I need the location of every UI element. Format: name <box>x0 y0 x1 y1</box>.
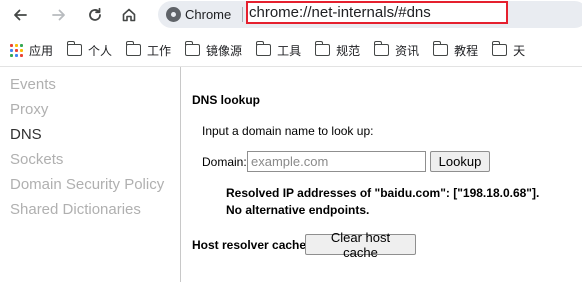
back-arrow-icon[interactable] <box>9 4 31 26</box>
lookup-button[interactable]: Lookup <box>430 151 490 172</box>
folder-icon <box>491 41 508 56</box>
url-text[interactable]: chrome://net-internals/#dns <box>249 4 431 21</box>
bookmarks-bar: 应用 个人 工作 镜像源 工具 规范 资讯 教程 天 <box>0 36 582 64</box>
alternative-endpoints-text: No alternative endpoints. <box>226 203 370 217</box>
bookmark-label: 教程 <box>454 43 479 58</box>
folder-icon <box>125 41 142 56</box>
clear-host-cache-button[interactable]: Clear host cache <box>305 230 416 260</box>
site-chip-label: Chrome <box>185 7 232 22</box>
sidebar-item-domain-security-policy[interactable]: Domain Security Policy <box>10 176 164 193</box>
bookmark-folder[interactable]: 教程 <box>432 38 479 62</box>
lookup-prompt: Input a domain name to look up: <box>202 124 374 138</box>
dns-panel: DNS lookup Input a domain name to look u… <box>192 67 582 282</box>
bookmark-folder[interactable]: 个人 <box>66 38 113 62</box>
bookmark-label: 工具 <box>277 43 302 58</box>
sidebar-item-sockets[interactable]: Sockets <box>10 151 63 168</box>
domain-input[interactable] <box>247 151 426 172</box>
folder-icon <box>432 41 449 56</box>
sidebar-item-dns[interactable]: DNS <box>10 126 42 143</box>
bookmark-folder[interactable]: 资讯 <box>373 38 420 62</box>
forward-arrow-icon[interactable] <box>48 4 70 26</box>
apps-grid-icon <box>10 43 23 57</box>
sidebar-item-proxy[interactable]: Proxy <box>10 101 48 118</box>
bookmark-folder[interactable]: 规范 <box>314 38 361 62</box>
folder-icon <box>373 41 390 56</box>
home-icon[interactable] <box>118 4 140 26</box>
bookmark-folder[interactable]: 镜像源 <box>184 38 243 62</box>
lookup-result: Resolved IP addresses of "baidu.com": ["… <box>226 185 539 219</box>
bookmark-label: 天 <box>513 43 526 58</box>
browser-toolbar: Chrome chrome://net-internals/#dns <box>0 0 582 32</box>
bookmark-label: 个人 <box>88 43 113 58</box>
bookmark-label: 应用 <box>29 43 54 58</box>
domain-label: Domain: <box>202 155 247 169</box>
bookmark-folder[interactable]: 天 <box>491 38 526 62</box>
site-info-chip[interactable]: Chrome <box>166 4 231 25</box>
bookmark-label: 镜像源 <box>206 43 243 58</box>
omnibox[interactable]: Chrome chrome://net-internals/#dns <box>158 1 582 28</box>
host-resolver-cache-label: Host resolver cache <box>192 238 307 252</box>
chrome-logo-icon <box>166 7 181 22</box>
folder-icon <box>314 41 331 56</box>
net-internals-sidebar: Events Proxy DNS Sockets Domain Security… <box>0 67 181 282</box>
bookmark-apps[interactable]: 应用 <box>10 38 53 62</box>
chip-divider <box>242 7 243 22</box>
url-highlight-box[interactable]: chrome://net-internals/#dns <box>246 1 508 24</box>
folder-icon <box>255 41 272 56</box>
sidebar-item-shared-dictionaries[interactable]: Shared Dictionaries <box>10 201 141 218</box>
resolved-ip-text: Resolved IP addresses of "baidu.com": ["… <box>226 186 540 200</box>
bookmark-folder[interactable]: 工具 <box>255 38 302 62</box>
reload-icon[interactable] <box>84 4 106 26</box>
bookmark-label: 资讯 <box>395 43 420 58</box>
sidebar-item-events[interactable]: Events <box>10 76 56 93</box>
dns-lookup-title: DNS lookup <box>192 93 260 107</box>
bookmark-label: 规范 <box>336 43 361 58</box>
bookmark-label: 工作 <box>147 43 172 58</box>
folder-icon <box>66 41 83 56</box>
folder-icon <box>184 41 201 56</box>
bookmark-folder[interactable]: 工作 <box>125 38 172 62</box>
